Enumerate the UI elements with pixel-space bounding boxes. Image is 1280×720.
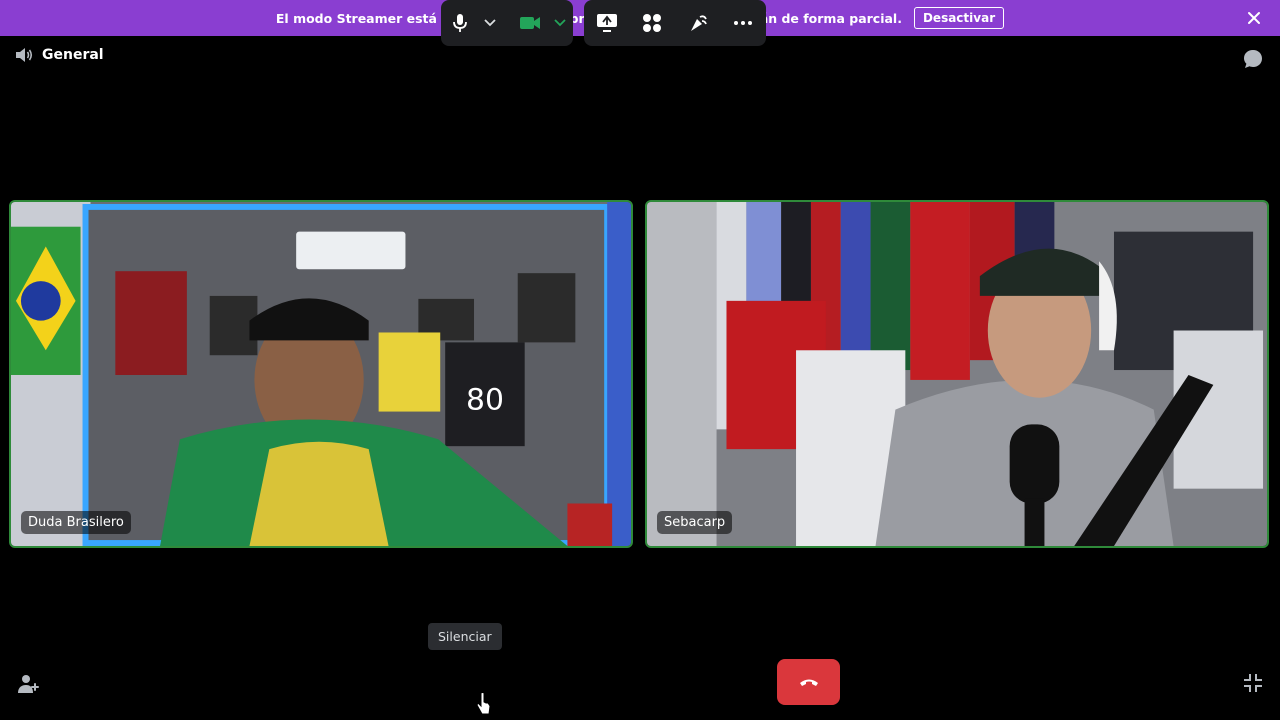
activities-button[interactable] xyxy=(633,0,671,46)
deactivate-button[interactable]: Desactivar xyxy=(913,7,1005,29)
close-icon[interactable] xyxy=(1246,10,1262,26)
speaker-icon xyxy=(16,48,33,62)
camera-button[interactable] xyxy=(511,0,549,46)
actions-controls xyxy=(584,0,766,46)
audio-options-button[interactable] xyxy=(479,0,501,46)
participant-video-2 xyxy=(647,202,1267,546)
mouse-cursor xyxy=(476,692,491,715)
disconnect-button[interactable] xyxy=(777,659,840,705)
more-button[interactable] xyxy=(724,0,762,46)
video-tile-1[interactable]: 80 Duda Brasilero xyxy=(9,200,633,548)
participant-name-2: Sebacarp xyxy=(657,511,733,534)
invite-user-icon[interactable] xyxy=(16,672,40,696)
soundboard-icon xyxy=(690,15,707,31)
more-icon xyxy=(734,21,753,25)
screen-share-icon xyxy=(596,14,617,32)
activities-icon xyxy=(643,14,662,32)
svg-text:80: 80 xyxy=(466,383,504,418)
mute-tooltip: Silenciar xyxy=(428,623,502,650)
chevron-down-icon xyxy=(554,19,566,27)
chevron-down-icon xyxy=(484,19,496,27)
mute-button[interactable] xyxy=(441,0,479,46)
soundboard-button[interactable] xyxy=(679,0,717,46)
channel-name: General xyxy=(42,47,104,63)
participant-name-1: Duda Brasilero xyxy=(21,511,131,534)
screen-share-button[interactable] xyxy=(588,0,626,46)
video-tile-2[interactable]: Sebacarp xyxy=(645,200,1269,548)
audio-video-controls xyxy=(441,0,573,46)
chat-icon[interactable] xyxy=(1242,48,1264,70)
channel-header: General xyxy=(14,46,104,64)
camera-icon xyxy=(520,17,540,29)
microphone-icon xyxy=(453,14,467,32)
phone-hangup-icon xyxy=(799,679,818,686)
video-options-button[interactable] xyxy=(549,0,571,46)
participant-video-1: 80 xyxy=(11,202,631,546)
exit-fullscreen-icon[interactable] xyxy=(1242,672,1264,694)
